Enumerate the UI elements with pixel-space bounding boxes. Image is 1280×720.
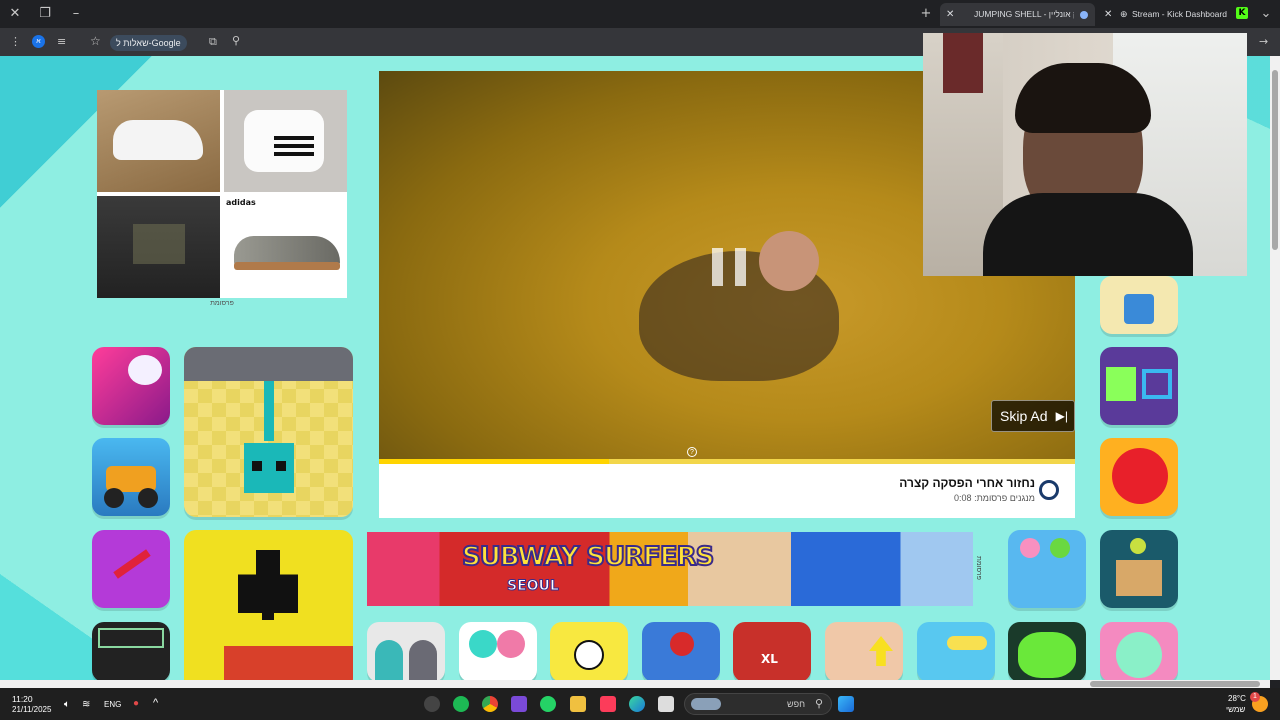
game-tile-snake[interactable] <box>917 622 995 680</box>
search-placeholder: חפש <box>787 699 805 709</box>
ad-image-adidas-white[interactable] <box>224 90 347 192</box>
profile-avatar[interactable]: א <box>32 35 45 48</box>
task-view-icon[interactable] <box>658 696 674 712</box>
wifi-icon[interactable]: ≋ <box>82 699 90 710</box>
game-tile-box-bounce[interactable] <box>1100 530 1178 608</box>
kick-logo-icon: K <box>1236 7 1248 19</box>
site-favicon-icon <box>1080 11 1088 19</box>
volume-icon[interactable]: 🔈︎ <box>64 699 70 710</box>
itunes-icon[interactable] <box>600 696 616 712</box>
xl-label: XL <box>761 652 778 666</box>
game-tile-runners[interactable] <box>1008 530 1086 608</box>
tray-chevron-icon[interactable]: ^ <box>153 697 158 709</box>
taskbar-search-box[interactable]: חפש ⚲ <box>684 693 832 715</box>
game-tile-apple-stack[interactable] <box>642 622 720 680</box>
banner-ad-label: פרסומת <box>975 556 982 580</box>
tab-jumping-shell[interactable]: ✕ JUMPING SHELL - משחק אונליין <box>940 3 1095 26</box>
weather-condition: שמשי <box>1226 705 1246 714</box>
close-window-icon[interactable]: ✕ <box>4 4 26 24</box>
microphone-icon[interactable]: ● <box>133 698 139 709</box>
game-tile-tetris-silhouette[interactable] <box>184 530 353 680</box>
game-tile-pink-face[interactable] <box>1100 622 1178 680</box>
webcam-overlay <box>923 33 1247 276</box>
skip-ad-label: Skip Ad <box>1000 408 1048 424</box>
new-tab-icon[interactable]: + <box>915 4 937 24</box>
obs-icon[interactable] <box>424 696 440 712</box>
forward-arrow-icon[interactable]: → <box>1259 35 1268 48</box>
game-tile-number-grid[interactable] <box>92 622 170 680</box>
subway-surfers-banner[interactable]: SUBWAY SURFERS SEOUL <box>367 532 973 606</box>
kick-favicon-icon: ⊕ <box>1120 9 1128 19</box>
ask-google-chip[interactable]: שאלות ל-Google <box>110 35 187 51</box>
chrome-icon[interactable] <box>482 696 498 712</box>
close-tab-icon[interactable]: ✕ <box>1104 3 1112 26</box>
ad-image-shoes-box[interactable] <box>97 90 220 192</box>
game-tile-monster-truck[interactable] <box>92 438 170 516</box>
zoom-search-icon[interactable]: ⚲ <box>232 34 240 47</box>
game-tile-king[interactable] <box>550 622 628 680</box>
ad-spinner-icon <box>1039 480 1059 500</box>
game-tile-blue-robot[interactable] <box>1100 276 1178 334</box>
horizontal-scroll-thumb[interactable] <box>1090 681 1260 687</box>
search-icon: ⚲ <box>814 698 823 710</box>
ad-label: פרסומת <box>210 300 234 307</box>
tab-kick-dashboard[interactable]: ✕ ⊕ Stream - Kick Dashboard <box>1100 3 1230 26</box>
adidas-logo: adidas <box>226 198 256 207</box>
game-tile-jumping-shell[interactable] <box>184 347 353 517</box>
ad-image-black-tshirt[interactable] <box>97 196 220 298</box>
vertical-scroll-thumb[interactable] <box>1272 70 1278 250</box>
skip-ad-button[interactable]: Skip Ad ▶| <box>991 400 1075 432</box>
windows-taskbar: 11:20 21/11/2025 🔈︎ ≋ ENG ● ^ חפש ⚲ 28°C… <box>0 688 1280 720</box>
skip-next-icon: ▶| <box>1055 409 1068 423</box>
banner-title: SUBWAY SURFERS <box>461 541 715 573</box>
game-tile-arrow-up[interactable] <box>825 622 903 680</box>
game-tile-stickman-rope[interactable] <box>92 530 170 608</box>
game-tile-slime[interactable] <box>1008 622 1086 680</box>
game-tile-xl[interactable]: XL <box>733 622 811 680</box>
tab-search-chevron-icon[interactable]: ⌄ <box>1255 4 1277 24</box>
teams-icon[interactable] <box>511 696 527 712</box>
edge-icon[interactable] <box>629 696 645 712</box>
language-indicator[interactable]: ENG <box>104 700 121 709</box>
reading-list-icon[interactable]: ≡ <box>57 35 66 48</box>
shoe-ad-panel[interactable]: adidas <box>97 90 347 298</box>
browser-tab-strip: ✕ ❐ – + ✕ JUMPING SHELL - משחק אונליין ✕… <box>0 0 1280 28</box>
game-tile-blobs[interactable] <box>459 622 537 680</box>
restore-window-icon[interactable]: ❐ <box>34 4 56 24</box>
tab-title: Stream - Kick Dashboard <box>1132 9 1227 19</box>
spotify-icon[interactable] <box>453 696 469 712</box>
close-tab-icon[interactable]: ✕ <box>946 3 954 26</box>
cast-icon[interactable]: ⧉ <box>209 35 217 49</box>
bookmark-star-icon[interactable]: ☆ <box>90 34 101 48</box>
windows-start-icon[interactable] <box>838 696 854 712</box>
minimize-window-icon[interactable]: – <box>65 4 87 24</box>
horizontal-scrollbar[interactable] <box>0 680 1270 688</box>
whatsapp-icon[interactable] <box>540 696 556 712</box>
game-tile-green-cube[interactable] <box>1100 347 1178 425</box>
clock-date: 21/11/2025 <box>12 705 52 714</box>
notification-badge: 1 <box>1250 692 1260 702</box>
ask-google-label: שאלות ל-Google <box>116 38 181 48</box>
weather-temp[interactable]: 28°C <box>1228 694 1246 703</box>
tab-title: JUMPING SHELL - משחק אונליין <box>974 9 1074 19</box>
game-tile-ghosts-duo[interactable] <box>367 622 445 680</box>
ad-info-bar: נחזור אחרי הפסקה קצרה מנגנים פרסומת: 0:0… <box>379 464 1075 518</box>
file-explorer-icon[interactable] <box>570 696 586 712</box>
search-highlight-icon <box>691 698 721 710</box>
banner-subtitle: SEOUL <box>507 578 560 595</box>
menu-dots-icon[interactable]: ⋮ <box>10 35 21 48</box>
vertical-scrollbar[interactable] <box>1270 56 1280 680</box>
ad-image-adidas-sneaker[interactable]: adidas <box>224 196 347 298</box>
pause-icon[interactable] <box>712 248 746 286</box>
game-tile-ghost[interactable] <box>92 347 170 425</box>
clock-time: 11:20 <box>12 694 33 704</box>
ad-countdown: מנגנים פרסומת: 0:08 <box>954 493 1035 503</box>
ad-title: נחזור אחרי הפסקה קצרה <box>899 476 1035 490</box>
ad-info-icon[interactable]: ? <box>687 447 697 457</box>
game-tile-red-ball[interactable] <box>1100 438 1178 516</box>
